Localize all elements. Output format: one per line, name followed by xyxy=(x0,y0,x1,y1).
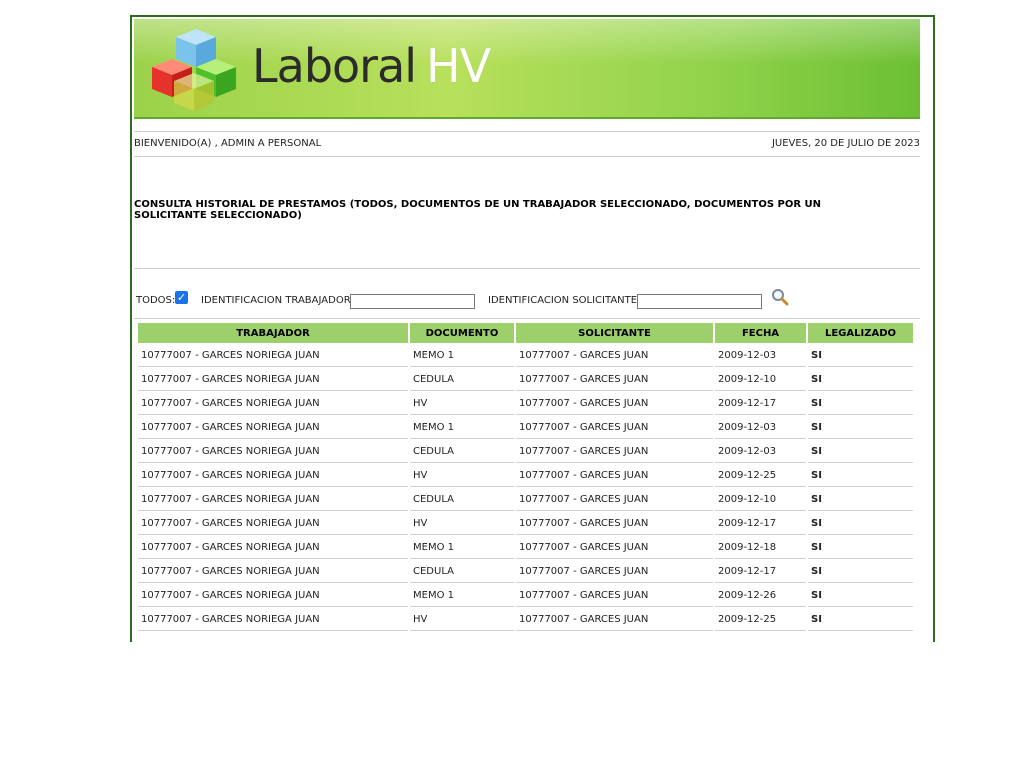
cell-documento: HV xyxy=(410,609,514,631)
cell-legalizado: SI xyxy=(808,561,913,583)
cell-fecha: 2009-12-17 xyxy=(715,513,806,535)
cell-trabajador: 10777007 - GARCES NORIEGA JUAN xyxy=(138,417,408,439)
cell-solicitante: 10777007 - GARCES JUAN xyxy=(516,489,713,511)
cell-fecha: 2009-12-18 xyxy=(715,537,806,559)
current-date: JUEVES, 20 DE JULIO DE 2023 xyxy=(771,138,920,149)
cell-fecha: 2009-12-17 xyxy=(715,393,806,415)
table-row[interactable]: 10777007 - GARCES NORIEGA JUAN MEMO 1 1077… xyxy=(138,585,913,607)
cell-fecha: 2009-12-25 xyxy=(715,465,806,487)
cell-trabajador: 10777007 - GARCES NORIEGA JUAN xyxy=(138,513,408,535)
cell-solicitante: 10777007 - GARCES JUAN xyxy=(516,441,713,463)
cell-legalizado: SI xyxy=(808,609,913,631)
cell-legalizado: SI xyxy=(808,393,913,415)
cell-documento: MEMO 1 xyxy=(410,537,514,559)
column-header-legalizado[interactable]: LEGALIZADO xyxy=(808,323,913,343)
worker-id-input[interactable] xyxy=(350,294,475,309)
cell-solicitante: 10777007 - GARCES JUAN xyxy=(516,561,713,583)
cell-trabajador: 10777007 - GARCES NORIEGA JUAN xyxy=(138,585,408,607)
todos-checkbox[interactable]: ✓ xyxy=(175,291,188,304)
cell-fecha: 2009-12-25 xyxy=(715,609,806,631)
cell-trabajador: 10777007 - GARCES NORIEGA JUAN xyxy=(138,465,408,487)
cell-documento: MEMO 1 xyxy=(410,345,514,367)
cell-legalizado: SI xyxy=(808,513,913,535)
divider xyxy=(134,318,920,319)
cell-legalizado: SI xyxy=(808,345,913,367)
column-header-documento[interactable]: DOCUMENTO xyxy=(410,323,514,343)
cell-fecha: 2009-12-03 xyxy=(715,441,806,463)
requester-id-label: IDENTIFICACION SOLICITANTE: xyxy=(488,295,641,306)
cell-trabajador: 10777007 - GARCES NORIEGA JUAN xyxy=(138,345,408,367)
logo-accent: HV xyxy=(426,39,491,93)
cell-fecha: 2009-12-26 xyxy=(715,585,806,607)
cell-legalizado: SI xyxy=(808,537,913,559)
cell-documento: HV xyxy=(410,465,514,487)
table-header-row: TRABAJADOR DOCUMENTO SOLICITANTE FECHA L… xyxy=(138,323,913,343)
app-logo-text: Laboral HV xyxy=(252,39,491,93)
divider xyxy=(134,268,920,269)
cell-solicitante: 10777007 - GARCES JUAN xyxy=(516,585,713,607)
cell-legalizado: SI xyxy=(808,465,913,487)
column-header-solicitante[interactable]: SOLICITANTE xyxy=(516,323,713,343)
cell-documento: HV xyxy=(410,513,514,535)
cell-solicitante: 10777007 - GARCES JUAN xyxy=(516,369,713,391)
logo-word: Laboral xyxy=(252,39,417,93)
cell-legalizado: SI xyxy=(808,489,913,511)
cell-trabajador: 10777007 - GARCES NORIEGA JUAN xyxy=(138,537,408,559)
cell-fecha: 2009-12-03 xyxy=(715,417,806,439)
cell-legalizado: SI xyxy=(808,369,913,391)
loans-table: TRABAJADOR DOCUMENTO SOLICITANTE FECHA L… xyxy=(136,321,915,633)
welcome-message: BIENVENIDO(A) , ADMIN A PERSONAL xyxy=(134,138,322,149)
cell-fecha: 2009-12-10 xyxy=(715,489,806,511)
cell-solicitante: 10777007 - GARCES JUAN xyxy=(516,393,713,415)
welcome-bar: BIENVENIDO(A) , ADMIN A PERSONAL JUEVES,… xyxy=(134,131,920,157)
cell-solicitante: 10777007 - GARCES JUAN xyxy=(516,417,713,439)
column-header-trabajador[interactable]: TRABAJADOR xyxy=(138,323,408,343)
table-row[interactable]: 10777007 - GARCES NORIEGA JUAN HV 10777007… xyxy=(138,513,913,535)
cell-documento: CEDULA xyxy=(410,489,514,511)
worker-id-label: IDENTIFICACION TRABAJADOR: xyxy=(201,295,354,306)
cell-solicitante: 10777007 - GARCES JUAN xyxy=(516,609,713,631)
table-row[interactable]: 10777007 - GARCES NORIEGA JUAN MEMO 1 1077… xyxy=(138,345,913,367)
cell-legalizado: SI xyxy=(808,585,913,607)
table-row[interactable]: 10777007 - GARCES NORIEGA JUAN MEMO 1 1077… xyxy=(138,417,913,439)
table-row[interactable]: 10777007 - GARCES NORIEGA JUAN CEDULA 1077… xyxy=(138,441,913,463)
cubes-logo-icon xyxy=(152,29,236,111)
header-banner: Laboral HV xyxy=(134,19,920,119)
table-row[interactable]: 10777007 - GARCES NORIEGA JUAN HV 10777007… xyxy=(138,465,913,487)
cell-trabajador: 10777007 - GARCES NORIEGA JUAN xyxy=(138,489,408,511)
todos-label: TODOS: xyxy=(136,295,176,306)
table-row[interactable]: 10777007 - GARCES NORIEGA JUAN CEDULA 1077… xyxy=(138,489,913,511)
table-row[interactable]: 10777007 - GARCES NORIEGA JUAN CEDULA 1077… xyxy=(138,369,913,391)
cell-fecha: 2009-12-17 xyxy=(715,561,806,583)
column-header-fecha[interactable]: FECHA xyxy=(715,323,806,343)
table-row[interactable]: 10777007 - GARCES NORIEGA JUAN HV 10777007… xyxy=(138,609,913,631)
cell-legalizado: SI xyxy=(808,441,913,463)
table-row[interactable]: 10777007 - GARCES NORIEGA JUAN CEDULA 1077… xyxy=(138,561,913,583)
page-frame: Laboral HV BIENVENIDO(A) , ADMIN A PERSON… xyxy=(130,15,935,642)
cell-documento: CEDULA xyxy=(410,441,514,463)
cell-solicitante: 10777007 - GARCES JUAN xyxy=(516,537,713,559)
cell-trabajador: 10777007 - GARCES NORIEGA JUAN xyxy=(138,441,408,463)
cell-trabajador: 10777007 - GARCES NORIEGA JUAN xyxy=(138,561,408,583)
cell-documento: HV xyxy=(410,393,514,415)
cell-documento: CEDULA xyxy=(410,561,514,583)
cell-trabajador: 10777007 - GARCES NORIEGA JUAN xyxy=(138,609,408,631)
cell-trabajador: 10777007 - GARCES NORIEGA JUAN xyxy=(138,369,408,391)
cell-fecha: 2009-12-10 xyxy=(715,369,806,391)
cell-solicitante: 10777007 - GARCES JUAN xyxy=(516,465,713,487)
cell-documento: CEDULA xyxy=(410,369,514,391)
cell-documento: MEMO 1 xyxy=(410,585,514,607)
cell-fecha: 2009-12-03 xyxy=(715,345,806,367)
cell-solicitante: 10777007 - GARCES JUAN xyxy=(516,513,713,535)
page-title: CONSULTA HISTORIAL DE PRESTAMOS (TODOS, … xyxy=(134,199,822,221)
table-row[interactable]: 10777007 - GARCES NORIEGA JUAN HV 10777007… xyxy=(138,393,913,415)
requester-id-input[interactable] xyxy=(637,294,762,309)
cell-documento: MEMO 1 xyxy=(410,417,514,439)
cell-legalizado: SI xyxy=(808,417,913,439)
cell-trabajador: 10777007 - GARCES NORIEGA JUAN xyxy=(138,393,408,415)
magnifier-icon[interactable] xyxy=(771,288,789,306)
cell-solicitante: 10777007 - GARCES JUAN xyxy=(516,345,713,367)
table-row[interactable]: 10777007 - GARCES NORIEGA JUAN MEMO 1 1077… xyxy=(138,537,913,559)
